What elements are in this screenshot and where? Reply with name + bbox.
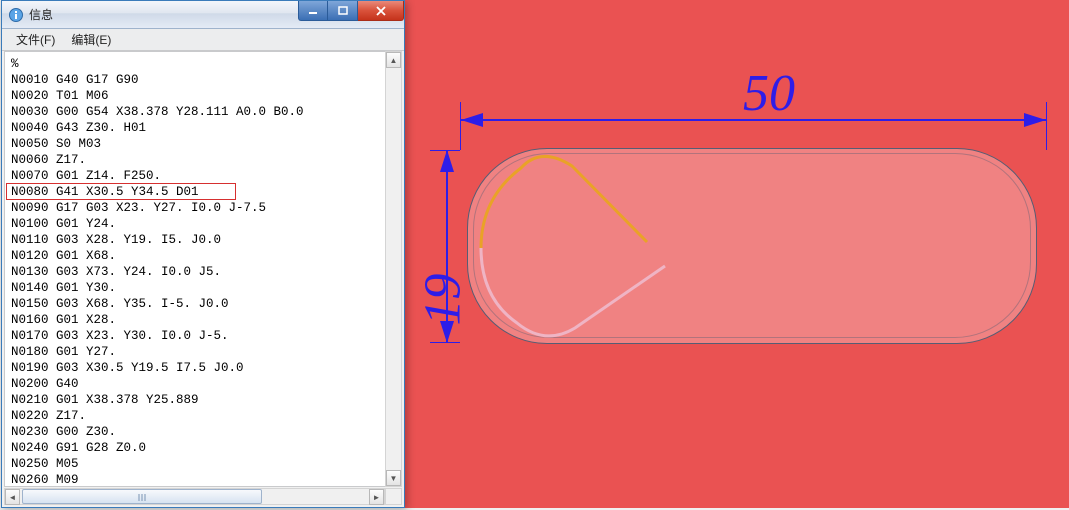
dim-ext-line [1046,102,1047,150]
scroll-left-button[interactable]: ◄ [5,489,20,505]
scroll-right-button[interactable]: ► [369,489,384,505]
gcode-line: N0140 G01 Y30. [11,280,395,296]
gcode-line: N0110 G03 X28. Y19. I5. J0.0 [11,232,395,248]
scroll-up-button[interactable]: ▲ [386,52,401,68]
gcode-line: N0250 M05 [11,456,395,472]
gcode-line: N0220 Z17. [11,408,395,424]
gcode-line: N0030 G00 G54 X38.378 Y28.111 A0.0 B0.0 [11,104,395,120]
scroll-down-button[interactable]: ▼ [386,470,401,486]
dim-label-width: 50 [743,64,795,123]
gcode-line: N0080 G41 X30.5 Y34.5 D01 [11,184,395,200]
gcode-line: N0260 M09 [11,472,395,487]
gcode-line: N0050 S0 M03 [11,136,395,152]
resize-grip[interactable] [385,488,402,505]
gcode-line: N0160 G01 X28. [11,312,395,328]
gcode-line: N0060 Z17. [11,152,395,168]
dim-arrowhead [1024,113,1046,127]
gcode-line: N0240 G91 G28 Z0.0 [11,440,395,456]
gcode-line: N0120 G01 X68. [11,248,395,264]
gcode-line: N0010 G40 G17 G90 [11,72,395,88]
gcode-line: N0040 G43 Z30. H01 [11,120,395,136]
dim-arrowhead [440,150,454,172]
gcode-line: % [11,56,395,72]
info-icon [8,7,24,23]
gcode-line: N0070 G01 Z14. F250. [11,168,395,184]
info-window: 信息 文件(F) 编辑(E) %N0010 G40 G17 G90N0020 T… [1,0,405,508]
gcode-line: N0100 G01 Y24. [11,216,395,232]
titlebar[interactable]: 信息 [2,1,404,29]
gcode-listing[interactable]: %N0010 G40 G17 G90N0020 T01 M06N0030 G00… [4,51,402,487]
vertical-scrollbar[interactable]: ▲ ▼ [385,51,402,487]
toolpath-overlay [467,148,1037,344]
scroll-thumb-h[interactable] [22,489,262,504]
close-button[interactable] [358,1,404,21]
window-controls [298,1,404,21]
window-title: 信息 [29,6,53,23]
dim-label-height: 19 [414,274,473,326]
menu-edit[interactable]: 编辑(E) [63,29,119,50]
gcode-line: N0170 G03 X23. Y30. I0.0 J-5. [11,328,395,344]
gcode-line: N0190 G03 X30.5 Y19.5 I7.5 J0.0 [11,360,395,376]
gcode-line: N0230 G00 Z30. [11,424,395,440]
dim-arrowhead [461,113,483,127]
minimize-button[interactable] [298,1,328,21]
gcode-line: N0180 G01 Y27. [11,344,395,360]
menu-file[interactable]: 文件(F) [8,29,63,50]
menubar: 文件(F) 编辑(E) [2,29,404,51]
gcode-line: N0130 G03 X73. Y24. I0.0 J5. [11,264,395,280]
gcode-line: N0210 G01 X38.378 Y25.889 [11,392,395,408]
gcode-line: N0150 G03 X68. Y35. I-5. J0.0 [11,296,395,312]
gcode-line: N0020 T01 M06 [11,88,395,104]
horizontal-scrollbar[interactable]: ◄ ► [4,488,385,505]
gcode-line: N0200 G40 [11,376,395,392]
gcode-line: N0090 G17 G03 X23. Y27. I0.0 J-7.5 [11,200,395,216]
maximize-button[interactable] [328,1,358,21]
